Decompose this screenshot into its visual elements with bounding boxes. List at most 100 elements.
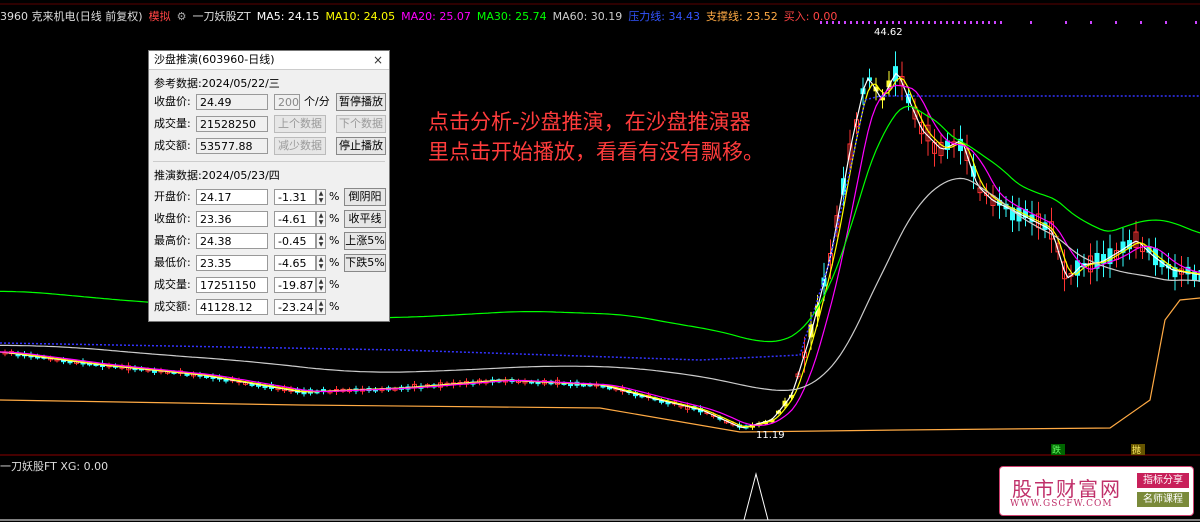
sim-high-spinner[interactable]: ▲ ▼ xyxy=(316,233,326,249)
ref-close-row: 收盘价: 24.49 200 个/分 暂停播放 xyxy=(154,93,386,111)
signal-dot xyxy=(886,21,888,24)
signal-dot xyxy=(976,21,978,24)
low-price-label: 11.19 xyxy=(756,430,785,441)
signal-dot xyxy=(874,21,876,24)
dialog-title: 沙盘推演(603960-日线) xyxy=(154,53,275,66)
signal-dot xyxy=(940,21,942,24)
signal-dot xyxy=(958,21,960,24)
pct-sign: % xyxy=(329,300,340,313)
indicator-gear-icon[interactable]: ⚙ xyxy=(177,10,187,23)
rise-5pct-button[interactable]: 上涨5% xyxy=(344,232,386,250)
watermark-name: 股市财富网 xyxy=(1012,477,1122,501)
sim-low-field[interactable]: 23.35 xyxy=(196,255,268,271)
sim-close-spinner[interactable]: ▲ ▼ xyxy=(316,211,326,227)
pct-sign: % xyxy=(329,190,340,203)
sim-volume-label: 成交量: xyxy=(154,278,191,291)
ma30-value: MA30: 25.74 xyxy=(476,10,547,23)
watermark-tag-course: 名师课程 xyxy=(1137,492,1189,507)
section-divider xyxy=(153,161,385,162)
sim-amount-pct-field[interactable]: -23.24 xyxy=(274,299,316,315)
sim-open-pct-field[interactable]: -1.31 xyxy=(274,189,316,205)
ma20-value: MA20: 25.07 xyxy=(401,10,471,23)
signal-dot xyxy=(862,21,864,24)
close-icon[interactable]: × xyxy=(373,51,383,69)
site-watermark: 股市财富网 WWW.GSCFW.COM 指标分享 名师课程 xyxy=(999,466,1194,516)
sim-open-field[interactable]: 24.17 xyxy=(196,189,268,205)
signal-dot xyxy=(928,21,930,24)
ref-volume-label: 成交量: xyxy=(154,117,191,130)
pct-sign: % xyxy=(329,278,340,291)
sandbox-simulator-dialog[interactable]: 沙盘推演(603960-日线) × 参考数据:2024/05/22/三 收盘价:… xyxy=(148,50,390,322)
sim-high-label: 最高价: xyxy=(154,234,191,247)
pct-sign: % xyxy=(329,212,340,225)
ref-close-label: 收盘价: xyxy=(154,95,191,108)
pct-sign: % xyxy=(329,256,340,269)
ma10-value: MA10: 24.05 xyxy=(325,10,396,23)
buy-signal-marker: 抛 xyxy=(1132,444,1141,456)
sim-volume-pct-field[interactable]: -19.87 xyxy=(274,277,316,293)
reduce-data-button[interactable]: 减少数据 xyxy=(274,137,326,155)
signal-dot xyxy=(850,21,852,24)
watermark-tag-share: 指标分享 xyxy=(1137,473,1189,488)
sim-volume-field[interactable]: 17251150 xyxy=(196,277,268,293)
ref-amount-row: 成交额: 53577.88 减少数据 停止播放 xyxy=(154,137,386,155)
sim-close-field[interactable]: 23.36 xyxy=(196,211,268,227)
note-line-1: 点击分析-沙盘推演，在沙盘推演器 xyxy=(428,110,751,134)
signal-dot xyxy=(988,21,990,24)
signal-dot xyxy=(982,21,984,24)
mode-label[interactable]: 模拟 xyxy=(149,10,171,23)
sim-amount-field[interactable]: 41128.12 xyxy=(196,299,268,315)
ref-close-field[interactable]: 24.49 xyxy=(196,94,268,110)
watermark-url: WWW.GSCFW.COM xyxy=(1010,499,1113,509)
sim-low-pct-field[interactable]: -4.65 xyxy=(274,255,316,271)
indicator-name[interactable]: 一刀妖股ZT xyxy=(192,10,250,23)
sim-high-pct-field[interactable]: -0.45 xyxy=(274,233,316,249)
sell-signal-marker: 跌 xyxy=(1052,445,1061,456)
sim-open-row: 开盘价: 24.17 -1.31 ▲ ▼ % 倒阴阳 xyxy=(154,188,386,206)
signal-dot xyxy=(1195,21,1197,24)
signal-dot xyxy=(1115,21,1117,24)
signal-dot xyxy=(916,21,918,24)
buy-value: 买入: 0.00 xyxy=(783,10,838,23)
pressure-value: 压力线: 34.43 xyxy=(628,10,701,23)
invert-candle-button[interactable]: 倒阴阳 xyxy=(344,188,386,206)
sim-high-row: 最高价: 24.38 -0.45 ▲ ▼ % 上涨5% xyxy=(154,232,386,250)
prev-data-button[interactable]: 上个数据 xyxy=(274,115,326,133)
pause-play-button[interactable]: 暂停播放 xyxy=(336,93,386,111)
signal-dot xyxy=(952,21,954,24)
signal-dot xyxy=(856,21,858,24)
sim-amount-spinner[interactable]: ▲ ▼ xyxy=(316,299,326,315)
flat-close-button[interactable]: 收平线 xyxy=(344,210,386,228)
ref-amount-field[interactable]: 53577.88 xyxy=(196,138,268,154)
signal-dot xyxy=(910,21,912,24)
ref-volume-field[interactable]: 21528250 xyxy=(196,116,268,132)
sim-low-spinner[interactable]: ▲ ▼ xyxy=(316,255,326,271)
sub-spike xyxy=(743,472,769,521)
next-data-button[interactable]: 下个数据 xyxy=(336,115,386,133)
reference-section-title: 参考数据:2024/05/22/三 xyxy=(154,77,280,90)
signal-dot xyxy=(1140,21,1142,24)
stock-label: 3960 克来机电(日线 前复权) xyxy=(0,10,143,23)
signal-dots xyxy=(820,21,1197,24)
fall-5pct-button[interactable]: 下跌5% xyxy=(344,254,386,272)
speed-field[interactable]: 200 xyxy=(274,94,300,110)
signal-dot xyxy=(934,21,936,24)
sim-high-field[interactable]: 24.38 xyxy=(196,233,268,249)
stop-play-button[interactable]: 停止播放 xyxy=(336,137,386,155)
signal-dot xyxy=(844,21,846,24)
dialog-title-bar[interactable]: 沙盘推演(603960-日线) × xyxy=(149,51,389,70)
sim-close-row: 收盘价: 23.36 -4.61 ▲ ▼ % 收平线 xyxy=(154,210,386,228)
sim-volume-spinner[interactable]: ▲ ▼ xyxy=(316,277,326,293)
high-price-label: 44.62 xyxy=(874,27,903,38)
sim-low-label: 最低价: xyxy=(154,256,191,269)
sim-close-pct-field[interactable]: -4.61 xyxy=(274,211,316,227)
simulation-section-title: 推演数据:2024/05/23/四 xyxy=(154,169,280,182)
sim-volume-row: 成交量: 17251150 -19.87 ▲ ▼ % xyxy=(154,276,386,294)
ref-amount-label: 成交额: xyxy=(154,139,191,152)
instruction-note: 点击分析-沙盘推演，在沙盘推演器 里点击开始播放，看看有没有飘移。 xyxy=(428,107,764,167)
pct-sign: % xyxy=(329,234,340,247)
signal-dot xyxy=(892,21,894,24)
signal-dot xyxy=(970,21,972,24)
sim-open-spinner[interactable]: ▲ ▼ xyxy=(316,189,326,205)
sim-open-label: 开盘价: xyxy=(154,190,191,203)
